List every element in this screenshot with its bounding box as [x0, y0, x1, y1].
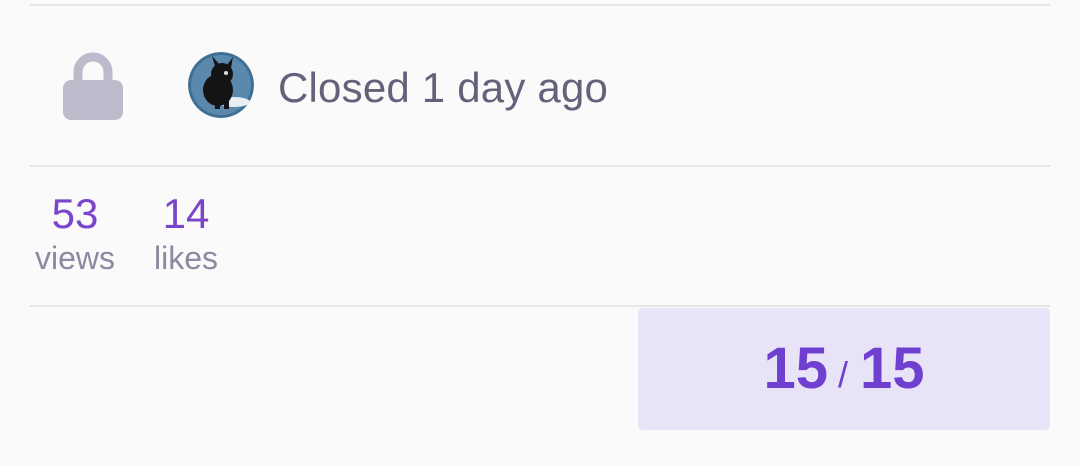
top-divider — [30, 4, 1050, 6]
avatar-image — [188, 52, 254, 118]
lock-icon — [63, 52, 123, 120]
likes-count: 14 — [162, 190, 210, 237]
views-label: views — [34, 240, 115, 276]
likes-stat[interactable]: 14 likes — [150, 190, 222, 278]
middle-divider — [30, 165, 1050, 167]
likes-label: likes — [153, 240, 218, 276]
views-count: 53 — [51, 190, 99, 237]
views-stat[interactable]: 53 views — [30, 190, 120, 278]
post-progress-indicator[interactable]: 15 / 15 — [638, 308, 1050, 430]
closed-status-text: Closed 1 day ago — [278, 64, 609, 111]
progress-current: 15 — [763, 336, 828, 401]
avatar[interactable] — [188, 52, 254, 118]
bottom-divider — [30, 305, 1050, 307]
topic-status-row: Closed 1 day ago — [0, 50, 1080, 130]
progress-separator: / — [837, 354, 848, 395]
progress-total: 15 — [860, 336, 925, 401]
